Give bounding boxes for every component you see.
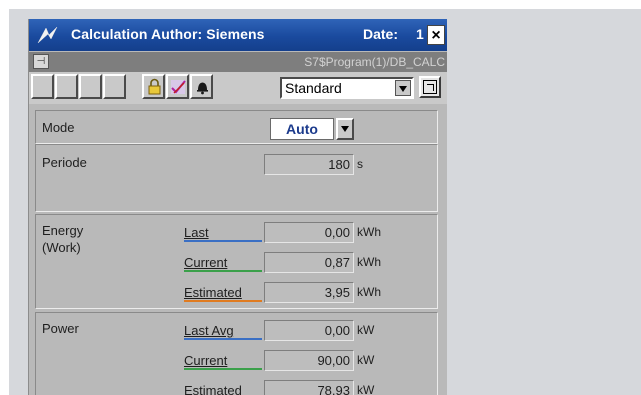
calculation-window: Calculation Author: Siemens Date: 1 × ⊣ … xyxy=(28,19,447,395)
mode-group: Mode Auto xyxy=(35,110,438,144)
energy-current-link[interactable]: Current xyxy=(184,255,227,270)
energy-current-underline xyxy=(184,270,262,272)
pin-icon[interactable]: ⊣ xyxy=(33,54,49,69)
toolbar-button-1[interactable] xyxy=(31,74,54,99)
power-current-unit: kW xyxy=(357,353,375,367)
siemens-logo-icon xyxy=(37,25,59,45)
path-bar: ⊣ S7$Program(1)/DB_CALC xyxy=(29,52,447,72)
mode-label: Mode xyxy=(42,120,75,135)
bell-icon xyxy=(197,82,208,95)
energy-last-link[interactable]: Last xyxy=(184,225,209,240)
power-lastavg-unit: kW xyxy=(357,323,375,337)
periode-label: Periode xyxy=(42,155,87,170)
energy-group: Energy (Work) Last 0,00 kWh Current 0,87… xyxy=(35,214,438,309)
energy-current-field[interactable]: 0,87 xyxy=(264,252,354,273)
energy-last-unit: kWh xyxy=(357,225,381,239)
power-group: Power Last Avg 0,00 kW Current 90,00 kW … xyxy=(35,312,438,395)
energy-last-field[interactable]: 0,00 xyxy=(264,222,354,243)
lock-button[interactable] xyxy=(142,74,165,99)
periode-group: Periode 180 s xyxy=(35,144,438,212)
periode-unit: s xyxy=(357,157,363,171)
power-current-link[interactable]: Current xyxy=(184,353,227,368)
power-lastavg-underline xyxy=(184,338,262,340)
power-estimated-field[interactable]: 78,93 xyxy=(264,380,354,395)
edit-button[interactable] xyxy=(166,74,189,99)
power-lastavg-link[interactable]: Last Avg xyxy=(184,323,234,338)
date-label: Date: xyxy=(363,26,399,42)
energy-label: Energy xyxy=(42,223,84,238)
power-estimated-unit: kW xyxy=(357,383,375,395)
date-value: 1 xyxy=(416,26,424,42)
view-select-value: Standard xyxy=(285,80,342,96)
object-path: S7$Program(1)/DB_CALC xyxy=(304,55,445,69)
power-estimated-link[interactable]: Estimated xyxy=(184,383,242,395)
pen-check-icon xyxy=(171,80,186,94)
toolbar-button-2[interactable] xyxy=(55,74,78,99)
content-area: Mode Auto Periode 180 s Energy (Work) La… xyxy=(29,104,447,395)
energy-estimated-link[interactable]: Estimated xyxy=(184,285,242,300)
lock-icon xyxy=(148,78,161,95)
energy-current-unit: kWh xyxy=(357,255,381,269)
window-title: Calculation Author: Siemens xyxy=(71,26,265,42)
energy-estimated-underline xyxy=(184,300,262,302)
energy-sublabel: (Work) xyxy=(42,240,81,255)
mode-dropdown-arrow-icon[interactable] xyxy=(336,118,354,140)
toolbar-button-3[interactable] xyxy=(79,74,102,99)
energy-last-underline xyxy=(184,240,262,242)
toolbar: Standard xyxy=(29,72,447,104)
dropdown-arrow-icon[interactable] xyxy=(395,80,411,96)
title-bar[interactable]: Calculation Author: Siemens Date: 1 × xyxy=(29,19,447,51)
view-select[interactable]: Standard xyxy=(280,77,414,99)
close-icon[interactable]: × xyxy=(427,25,445,45)
mode-select[interactable]: Auto xyxy=(270,118,334,140)
energy-estimated-field[interactable]: 3,95 xyxy=(264,282,354,303)
power-current-underline xyxy=(184,368,262,370)
resize-icon[interactable] xyxy=(419,76,441,98)
power-current-field[interactable]: 90,00 xyxy=(264,350,354,371)
alarm-button[interactable] xyxy=(190,74,213,99)
power-lastavg-field[interactable]: 0,00 xyxy=(264,320,354,341)
power-label: Power xyxy=(42,321,79,336)
toolbar-button-4[interactable] xyxy=(103,74,126,99)
energy-estimated-unit: kWh xyxy=(357,285,381,299)
periode-field[interactable]: 180 xyxy=(264,154,354,175)
